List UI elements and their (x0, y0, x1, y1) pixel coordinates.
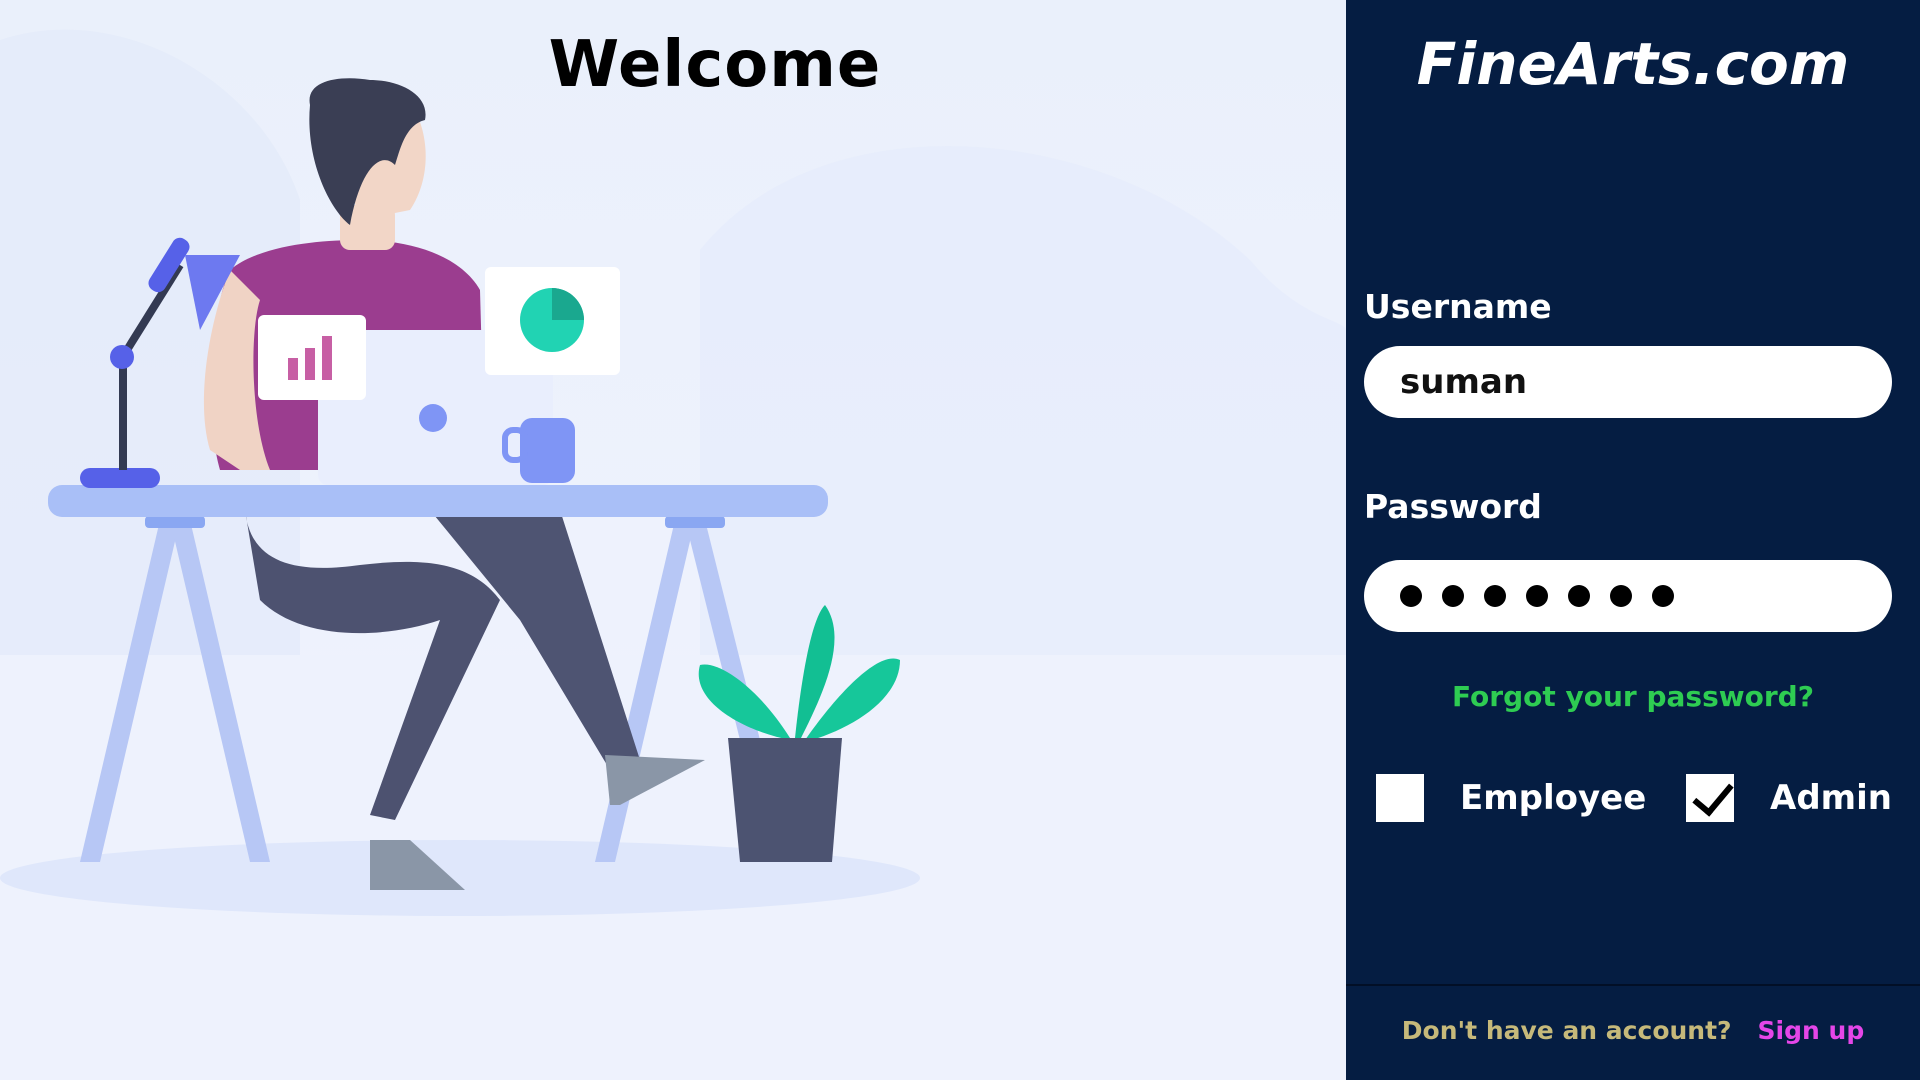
employee-checkbox[interactable] (1376, 774, 1424, 822)
employee-role-option[interactable]: Employee (1376, 774, 1646, 822)
password-input[interactable] (1364, 560, 1892, 632)
password-dot (1442, 585, 1464, 607)
footer-divider (1346, 984, 1920, 986)
office-illustration (0, 29, 1346, 1080)
login-screen: Welcome FineArts.com Username Password F… (0, 0, 1920, 1080)
signup-link[interactable]: Sign up (1758, 1016, 1865, 1045)
forgot-password-link[interactable]: Forgot your password? (1346, 680, 1920, 713)
check-icon (1692, 773, 1734, 817)
password-label: Password (1364, 487, 1542, 526)
admin-label: Admin (1770, 778, 1892, 818)
login-panel: FineArts.com Username Password Forgot yo… (1346, 0, 1920, 1080)
username-input[interactable] (1364, 346, 1892, 418)
brand-title: FineArts.com (1416, 30, 1850, 98)
password-dot (1484, 585, 1506, 607)
employee-label: Employee (1460, 778, 1647, 818)
password-dot (1610, 585, 1632, 607)
password-dot (1526, 585, 1548, 607)
admin-checkbox[interactable] (1686, 773, 1734, 822)
password-dot (1568, 585, 1590, 607)
password-mask (1400, 585, 1674, 607)
admin-role-option[interactable]: Admin (1686, 773, 1892, 822)
welcome-heading: Welcome (548, 28, 882, 102)
no-account-text: Don't have an account? (1401, 1016, 1732, 1045)
welcome-panel: Welcome (0, 0, 1346, 1080)
password-dot (1400, 585, 1422, 607)
username-label: Username (1364, 287, 1552, 326)
password-dot (1652, 585, 1674, 607)
signup-footer: Don't have an account? Sign up (1346, 1016, 1920, 1045)
